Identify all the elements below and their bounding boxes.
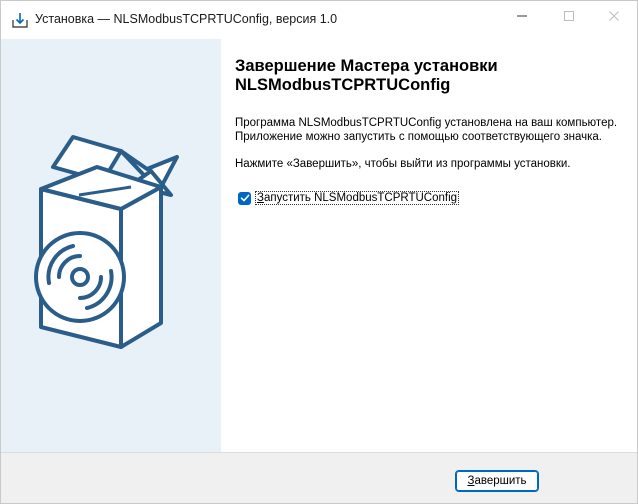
finish-button-label: Завершить (467, 475, 527, 487)
close-button[interactable] (591, 1, 637, 35)
minimize-button[interactable] (499, 1, 545, 35)
installer-window: Установка — NLSModbusTCPRTUConfig, верси… (0, 0, 638, 504)
finish-instruction: Нажмите «Завершить», чтобы выйти из прог… (235, 158, 571, 170)
minimize-icon (516, 9, 528, 27)
finish-button[interactable]: Завершить (455, 470, 539, 492)
wizard-content: Завершение Мастера установки NLSModbusTC… (222, 39, 637, 452)
window-title: Установка — NLSModbusTCPRTUConfig, верси… (35, 12, 338, 26)
page-title: Завершение Мастера установки NLSModbusTC… (235, 57, 498, 94)
close-icon (608, 9, 620, 27)
launch-app-option[interactable]: Запустить NLSModbusTCPRTUConfig (238, 189, 460, 207)
box-with-disc-icon (34, 135, 179, 349)
title-bar[interactable]: Установка — NLSModbusTCPRTUConfig, верси… (1, 1, 637, 39)
checkmark-icon (240, 194, 249, 202)
wizard-footer: Завершить (1, 452, 637, 503)
launch-app-label[interactable]: Запустить NLSModbusTCPRTUConfig (254, 191, 460, 205)
wizard-sidebar (1, 39, 221, 452)
installer-icon (11, 11, 29, 29)
launch-app-checkbox[interactable] (238, 191, 251, 205)
maximize-button[interactable] (546, 1, 592, 35)
installed-message-line1: Программа NLSModbusTCPRTUConfig установл… (235, 117, 618, 129)
maximize-icon (563, 9, 575, 27)
installed-message-line2: Приложение можно запустить с помощью соо… (235, 131, 602, 143)
installed-message: Программа NLSModbusTCPRTUConfig установл… (235, 116, 630, 144)
